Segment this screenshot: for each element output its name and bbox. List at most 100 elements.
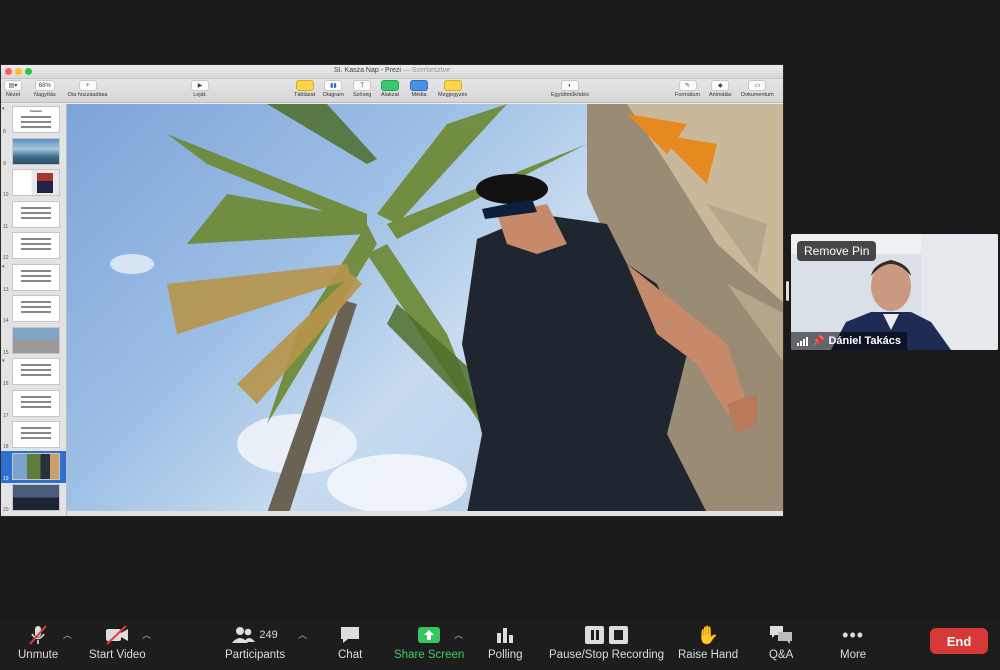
media-button[interactable]: Média bbox=[410, 80, 428, 98]
chat-button[interactable]: Chat bbox=[338, 623, 362, 661]
participants-button[interactable]: 249 Participants bbox=[225, 623, 285, 661]
qa-label: Q&A bbox=[769, 649, 794, 661]
chart-button[interactable]: ▮▮ Diagram bbox=[323, 80, 344, 98]
participants-label: Participants bbox=[225, 649, 286, 661]
table-icon bbox=[295, 80, 314, 91]
slide-thumbnail-row[interactable]: 11 bbox=[1, 199, 66, 231]
slide-thumbnail-row[interactable]: 19 bbox=[1, 450, 66, 483]
slide-thumbnail-row[interactable]: 18 bbox=[1, 419, 66, 451]
split-resize-handle[interactable] bbox=[786, 281, 789, 301]
presentation-toolbar: ▤▾ Nézet 68% Nagyítás + Dia hozzáadása ▶… bbox=[1, 79, 783, 103]
slide-thumbnail-row[interactable]: ▾ 16 bbox=[1, 356, 66, 388]
unmute-button[interactable]: Unmute bbox=[18, 623, 58, 661]
disclosure-triangle-icon[interactable]: ▾ bbox=[2, 106, 5, 112]
slide-navigator: ▾ Tartalom 8 9 10 11 12 ▾ 13 14 15 ▾ 16 17 18 19 20 bbox=[1, 104, 67, 516]
slide-thumbnail[interactable] bbox=[12, 421, 60, 448]
slide-thumbnail[interactable]: Tartalom bbox=[12, 106, 60, 133]
chat-label: Chat bbox=[338, 649, 363, 661]
slide-thumbnail[interactable] bbox=[12, 263, 60, 291]
media-icon bbox=[410, 80, 428, 91]
video-options-chevron-icon[interactable]: ︿ bbox=[142, 628, 151, 641]
slide-thumbnail[interactable] bbox=[12, 358, 60, 385]
slide-number: 13 bbox=[3, 286, 9, 293]
collaborate-button[interactable]: ◐ Együttműködés bbox=[551, 80, 589, 98]
slide-thumbnail[interactable] bbox=[12, 232, 60, 259]
pin-icon: 📌 bbox=[812, 335, 825, 347]
slide-canvas[interactable] bbox=[67, 104, 783, 511]
slide-thumbnail-row[interactable]: 15 bbox=[1, 325, 66, 357]
format-button[interactable]: ✎ Formátum bbox=[675, 80, 700, 98]
ellipsis-icon: ••• bbox=[842, 624, 865, 645]
slide-thumbnail-row[interactable]: ▾ Tartalom 8 bbox=[1, 104, 66, 136]
play-button[interactable]: ▶ Leját. bbox=[191, 80, 209, 98]
table-label: Táblázat bbox=[294, 92, 316, 98]
polling-icon bbox=[495, 623, 515, 647]
text-button[interactable]: T Szöveg bbox=[353, 80, 371, 98]
end-meeting-button[interactable]: End bbox=[930, 628, 988, 654]
document-title: SI. Kasza Nap - Prezi bbox=[334, 67, 401, 74]
canvas-scrollbar[interactable] bbox=[67, 511, 783, 516]
plus-icon: + bbox=[78, 80, 97, 91]
slide-text-line bbox=[21, 405, 51, 408]
qa-button[interactable]: Q&A bbox=[769, 623, 793, 661]
comment-button[interactable]: Megjegyzés bbox=[438, 80, 467, 98]
document-button[interactable]: ▭ Dokumentum bbox=[741, 80, 774, 98]
slide-text-line bbox=[21, 206, 51, 209]
video-off-icon bbox=[104, 623, 130, 647]
slide-number: 10 bbox=[3, 192, 9, 198]
slide-thumbnail[interactable] bbox=[12, 200, 60, 228]
slide-thumbnail-row[interactable]: 20 bbox=[1, 482, 66, 514]
polling-button[interactable]: Polling bbox=[488, 623, 523, 661]
slide-thumbnail[interactable] bbox=[12, 137, 60, 165]
disclosure-triangle-icon[interactable]: ▾ bbox=[2, 264, 5, 270]
slide-thumbnail-row[interactable]: 17 bbox=[1, 388, 66, 420]
participant-video-tile[interactable]: Remove Pin 📌 Dániel Takács bbox=[791, 234, 998, 350]
remove-pin-button[interactable]: Remove Pin bbox=[797, 241, 877, 261]
more-button[interactable]: ••• More bbox=[840, 623, 866, 662]
slide-text-line bbox=[21, 311, 51, 313]
slide-thumbnail[interactable] bbox=[12, 326, 60, 354]
table-button[interactable]: Táblázat bbox=[294, 80, 315, 98]
slide-thumbnail-row[interactable]: 9 bbox=[1, 136, 66, 168]
view-label: Nézet bbox=[5, 92, 21, 98]
animate-button[interactable]: ◆ Animálás bbox=[709, 80, 732, 98]
share-screen-icon bbox=[418, 627, 441, 643]
shared-screen-window: SI. Kasza Nap - Prezi — Szerkesztve ▤▾ N… bbox=[0, 64, 784, 517]
slide-thumbnail-row[interactable]: 12 bbox=[1, 230, 66, 262]
disclosure-triangle-icon[interactable]: ▾ bbox=[2, 358, 5, 364]
raise-hand-icon: ✋ bbox=[696, 624, 720, 645]
presentation-body: ▾ Tartalom 8 9 10 11 12 ▾ 13 14 15 ▾ 16 17 18 19 20 bbox=[1, 104, 783, 516]
slide-text-line bbox=[21, 269, 51, 272]
slide-number: 17 bbox=[3, 412, 9, 419]
view-button[interactable]: ▤▾ Nézet bbox=[4, 80, 22, 98]
slide-text-line bbox=[21, 279, 51, 282]
recording-controls-button[interactable]: Pause/Stop Recording bbox=[549, 623, 664, 661]
slide-thumbnail[interactable] bbox=[12, 389, 60, 417]
shape-button[interactable]: Alakzat bbox=[381, 80, 399, 98]
slide-number: 14 bbox=[3, 318, 9, 324]
slide-thumbnail-row[interactable]: 10 bbox=[1, 167, 66, 199]
document-icon: ▭ bbox=[748, 80, 767, 91]
animate-label: Animálás bbox=[709, 92, 732, 98]
slide-text-line bbox=[21, 437, 51, 439]
chart-label: Diagram bbox=[323, 92, 344, 98]
slide-thumbnail-row[interactable]: 14 bbox=[1, 293, 66, 325]
audio-options-chevron-icon[interactable]: ︿ bbox=[63, 628, 72, 641]
slide-thumbnail[interactable] bbox=[12, 295, 60, 322]
slide-photo bbox=[67, 104, 783, 511]
add-slide-button[interactable]: + Dia hozzáadása bbox=[68, 80, 107, 98]
slide-text-line bbox=[21, 121, 51, 123]
slide-thumbnail[interactable] bbox=[12, 452, 60, 480]
participants-options-chevron-icon[interactable]: ︿ bbox=[298, 628, 307, 641]
zoom-value: 68% bbox=[34, 80, 55, 91]
slide-text-line bbox=[21, 400, 51, 403]
slide-thumbnail-row[interactable]: ▾ 13 bbox=[1, 262, 66, 294]
slide-thumbnail[interactable] bbox=[12, 169, 60, 196]
raise-hand-button[interactable]: ✋ Raise Hand bbox=[678, 623, 738, 662]
share-options-chevron-icon[interactable]: ︿ bbox=[454, 628, 463, 641]
zoom-select[interactable]: 68% Nagyítás bbox=[34, 80, 56, 98]
slide-thumbnail[interactable] bbox=[12, 484, 60, 511]
start-video-button[interactable]: Start Video bbox=[89, 623, 146, 661]
comment-label: Megjegyzés bbox=[438, 92, 468, 98]
slide-text-line bbox=[21, 374, 51, 376]
